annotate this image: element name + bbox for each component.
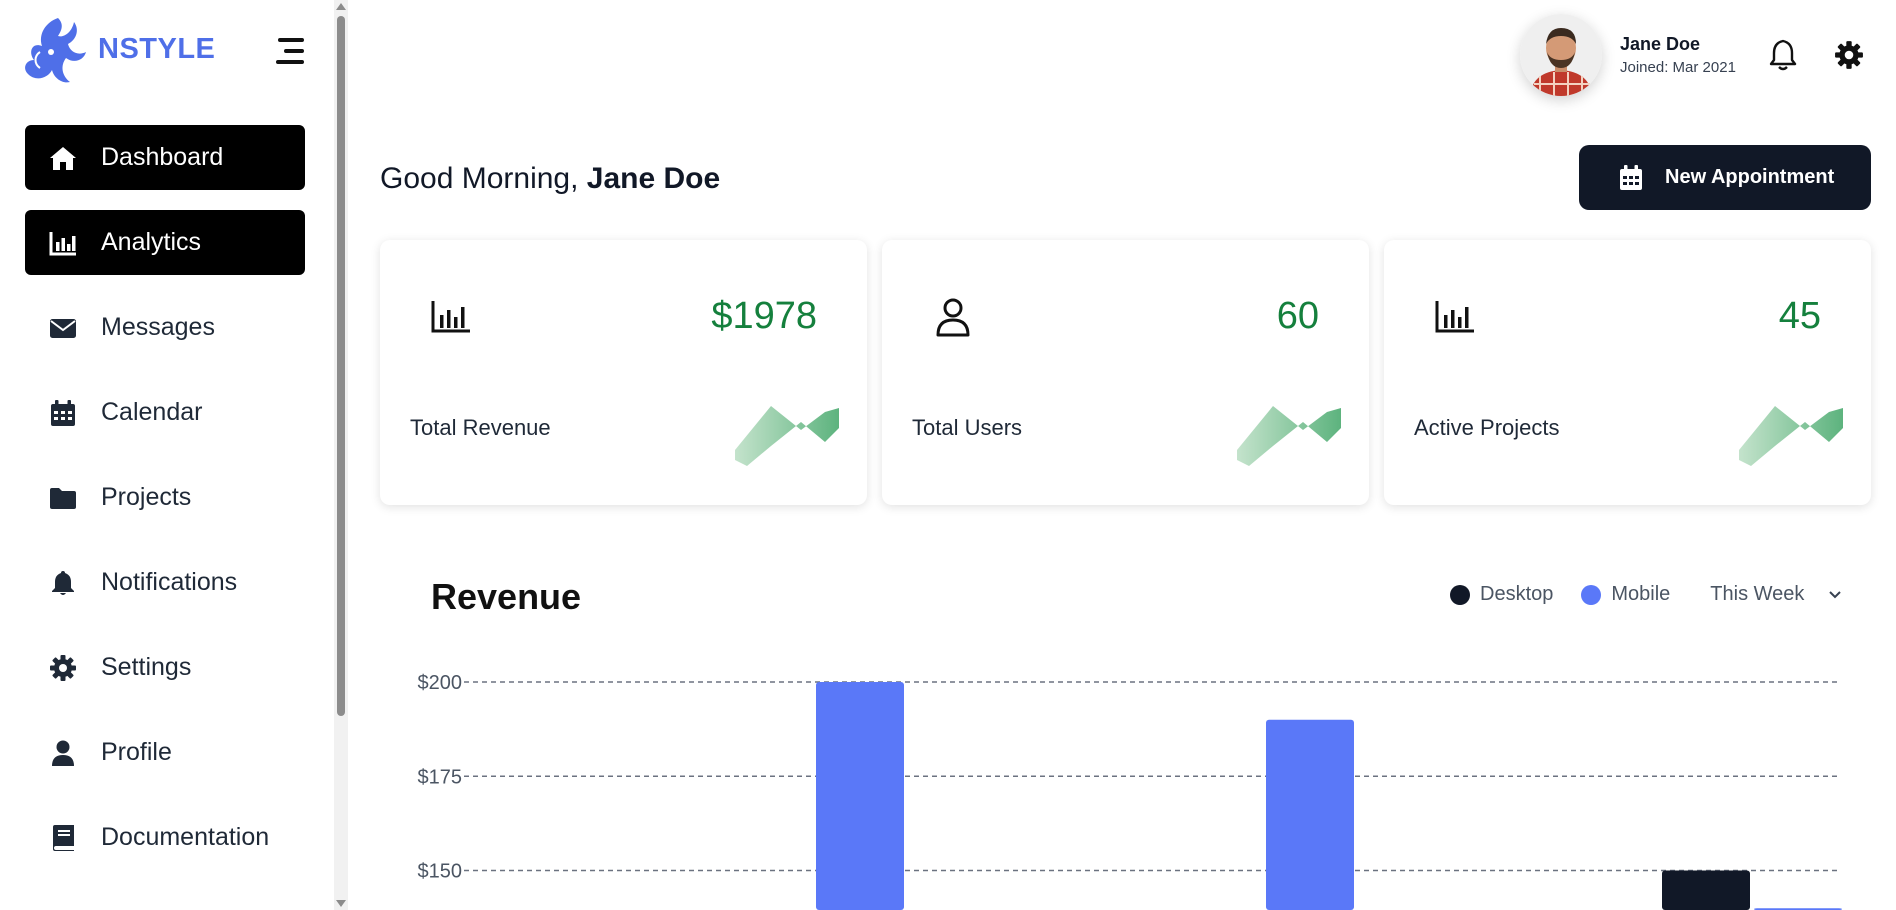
scroll-down-arrow-icon[interactable] — [336, 900, 346, 907]
revenue-title: Revenue — [431, 576, 582, 617]
sidebar-scrollbar[interactable] — [334, 0, 348, 910]
book-icon — [49, 824, 77, 852]
sidebar: NSTYLE Dashboard Analytics Messages Cale… — [0, 0, 348, 910]
range-select-value: This Week — [1710, 583, 1805, 605]
sidebar-item-documentation[interactable]: Documentation — [25, 805, 305, 870]
avatar-image — [1520, 14, 1602, 96]
user-icon — [49, 739, 77, 767]
sidebar-item-dashboard[interactable]: Dashboard — [25, 125, 305, 190]
sidebar-item-label: Analytics — [101, 228, 202, 256]
y-tick-label: $200 — [418, 672, 463, 694]
bell-icon — [49, 569, 77, 597]
range-select[interactable]: This Week — [1710, 583, 1842, 606]
sidebar-item-label: Projects — [101, 483, 192, 511]
legend-mobile[interactable]: Mobile — [1581, 583, 1670, 606]
trend-up-icon — [1237, 406, 1341, 466]
menu-toggle-icon[interactable] — [270, 36, 304, 66]
bar-mobile[interactable] — [1266, 719, 1354, 910]
user-outline-icon — [936, 298, 970, 337]
sidebar-nav: Dashboard Analytics Messages Calendar Pr… — [25, 125, 305, 890]
greeting: Good Morning, Jane Doe — [380, 162, 720, 196]
scroll-up-arrow-icon[interactable] — [336, 3, 346, 10]
user-joined-date: Joined: Mar 2021 — [1620, 59, 1736, 76]
brand-logo-icon — [25, 18, 86, 83]
stat-card-revenue: $1978 Total Revenue — [380, 240, 867, 505]
trend-up-icon — [1739, 406, 1843, 466]
sidebar-item-notifications[interactable]: Notifications — [25, 550, 305, 615]
bar-desktop[interactable] — [1662, 870, 1750, 910]
sidebar-item-label: Settings — [101, 653, 192, 681]
sidebar-item-projects[interactable]: Projects — [25, 465, 305, 530]
calendar-icon — [1620, 164, 1642, 190]
folder-icon — [49, 484, 77, 512]
bar-chart-icon — [49, 229, 77, 257]
new-appointment-label: New Appointment — [1665, 166, 1835, 188]
gear-icon[interactable] — [1834, 40, 1864, 70]
gear-icon — [49, 654, 77, 682]
bar-chart-icon — [431, 301, 470, 333]
sidebar-item-settings[interactable]: Settings — [25, 635, 305, 700]
app-window: NSTYLE Dashboard Analytics Messages Cale… — [0, 0, 1896, 910]
user-menu[interactable]: Jane Doe Joined: Mar 2021 — [1520, 14, 1736, 96]
sidebar-item-messages[interactable]: Messages — [25, 295, 305, 360]
avatar[interactable] — [1520, 14, 1602, 96]
scroll-thumb[interactable] — [337, 16, 345, 716]
y-tick-label: $150 — [418, 861, 463, 883]
sidebar-item-label: Notifications — [101, 568, 238, 596]
stat-label: Total Users — [912, 415, 1023, 440]
legend-desktop-swatch — [1450, 584, 1470, 605]
stat-value: 60 — [1276, 295, 1319, 337]
legend-desktop-label: Desktop — [1480, 583, 1554, 605]
chevron-down-icon — [1829, 590, 1842, 598]
legend-mobile-swatch — [1581, 584, 1602, 605]
y-tick-label: $175 — [418, 766, 463, 788]
envelope-icon — [49, 314, 77, 342]
stat-card-projects: 45 Active Projects — [1384, 240, 1871, 505]
bar-chart-icon — [1435, 301, 1474, 333]
brand[interactable]: NSTYLE — [18, 12, 215, 86]
greeting-name: Jane Doe — [586, 162, 721, 195]
sidebar-item-label: Calendar — [101, 398, 203, 426]
stat-value: 45 — [1778, 295, 1821, 337]
new-appointment-button[interactable]: New Appointment — [1579, 145, 1871, 210]
legend-mobile-label: Mobile — [1611, 583, 1671, 605]
sidebar-item-label: Dashboard — [101, 143, 224, 171]
user-name: Jane Doe — [1620, 34, 1701, 54]
user-info: Jane Doe Joined: Mar 2021 — [1620, 34, 1736, 76]
calendar-icon — [49, 399, 77, 427]
sidebar-item-analytics[interactable]: Analytics — [25, 210, 305, 275]
bar-mobile[interactable] — [816, 682, 904, 910]
stat-card-users: 60 Total Users — [882, 240, 1369, 505]
sidebar-item-label: Documentation — [101, 823, 270, 851]
sidebar-item-profile[interactable]: Profile — [25, 720, 305, 785]
trend-up-icon — [735, 406, 839, 466]
bell-icon[interactable] — [1768, 38, 1798, 72]
stat-label: Total Revenue — [410, 415, 551, 440]
revenue-chart: $200 $175 $150 — [418, 672, 1842, 910]
brand-name: NSTYLE — [98, 32, 216, 65]
sidebar-item-label: Messages — [101, 313, 215, 341]
stat-value: $1978 — [711, 295, 817, 337]
legend-desktop[interactable]: Desktop — [1450, 583, 1553, 606]
stat-label: Active Projects — [1414, 415, 1560, 440]
sidebar-item-label: Profile — [101, 738, 172, 766]
chart-legend: Desktop Mobile This Week — [1450, 583, 1842, 606]
greeting-prefix: Good Morning, — [380, 162, 579, 195]
home-icon — [49, 144, 77, 172]
sidebar-item-calendar[interactable]: Calendar — [25, 380, 305, 445]
